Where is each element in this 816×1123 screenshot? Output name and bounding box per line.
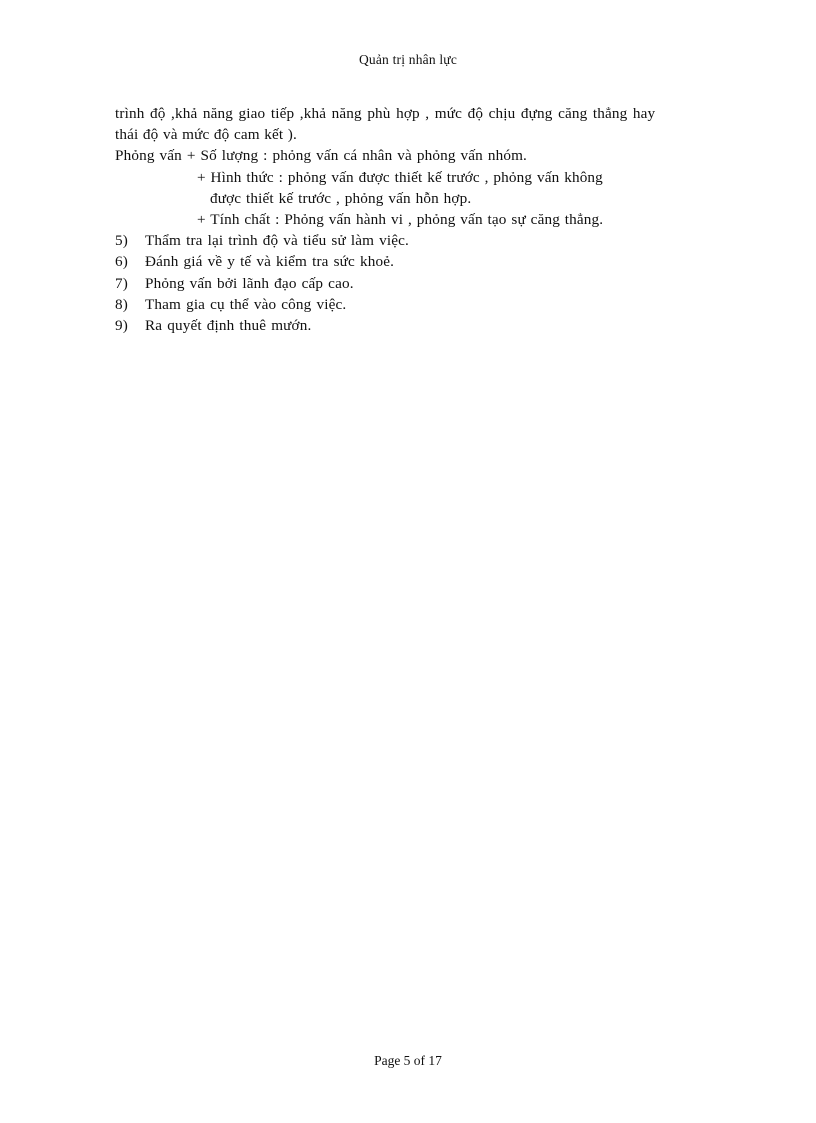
- document-header-title: Quản trị nhân lực: [358, 52, 458, 67]
- list-item-marker: 9): [115, 317, 129, 335]
- list-item: 6) Đánh giá về y tế và kiểm tra sức khoẻ…: [115, 251, 695, 272]
- document-page: Quản trị nhân lực trình độ ,khả năng gia…: [0, 0, 816, 1123]
- interview-sub-line: + Hình thức : phỏng vấn được thiết kế tr…: [197, 168, 603, 186]
- list-item-marker: 8): [115, 295, 129, 313]
- interview-lead-line: Phỏng vấn + Số lượng : phỏng vấn cá nhân…: [115, 147, 527, 165]
- document-body: trình độ ,khả năng giao tiếp ,khả năng p…: [115, 103, 695, 336]
- interview-sub-line-continuation: được thiết kế trước , phỏng vấn hỗn hợp.: [210, 189, 472, 207]
- paragraph-line: trình độ ,khả năng giao tiếp ,khả năng p…: [115, 105, 656, 122]
- list-item: 7) Phỏng vấn bởi lãnh đạo cấp cao.: [115, 273, 695, 294]
- list-item: 8) Tham gia cụ thể vào công việc.: [115, 294, 695, 315]
- numbered-list: 5) Thẩm tra lại trình độ và tiểu sử làm …: [115, 230, 695, 336]
- list-item-text: Thẩm tra lại trình độ và tiểu sử làm việ…: [145, 232, 409, 250]
- list-item-text: Tham gia cụ thể vào công việc.: [145, 295, 347, 313]
- list-item-text: Đánh giá về y tế và kiểm tra sức khoẻ.: [145, 253, 395, 271]
- list-item: 5) Thẩm tra lại trình độ và tiểu sử làm …: [115, 230, 695, 251]
- list-item-text: Phỏng vấn bởi lãnh đạo cấp cao.: [145, 274, 354, 292]
- list-item-marker: 7): [115, 274, 129, 292]
- paragraph-line: thái độ và mức độ cam kết ).: [115, 126, 297, 144]
- interview-sub-line: + Tính chất : Phỏng vấn hành vi , phỏng …: [197, 211, 604, 229]
- list-item-text: Ra quyết định thuê mướn.: [145, 317, 312, 335]
- list-item-marker: 5): [115, 232, 129, 250]
- page-number-footer: Page 5 of 17: [374, 1053, 442, 1068]
- list-item: 9) Ra quyết định thuê mướn.: [115, 315, 695, 336]
- list-item-marker: 6): [115, 253, 129, 271]
